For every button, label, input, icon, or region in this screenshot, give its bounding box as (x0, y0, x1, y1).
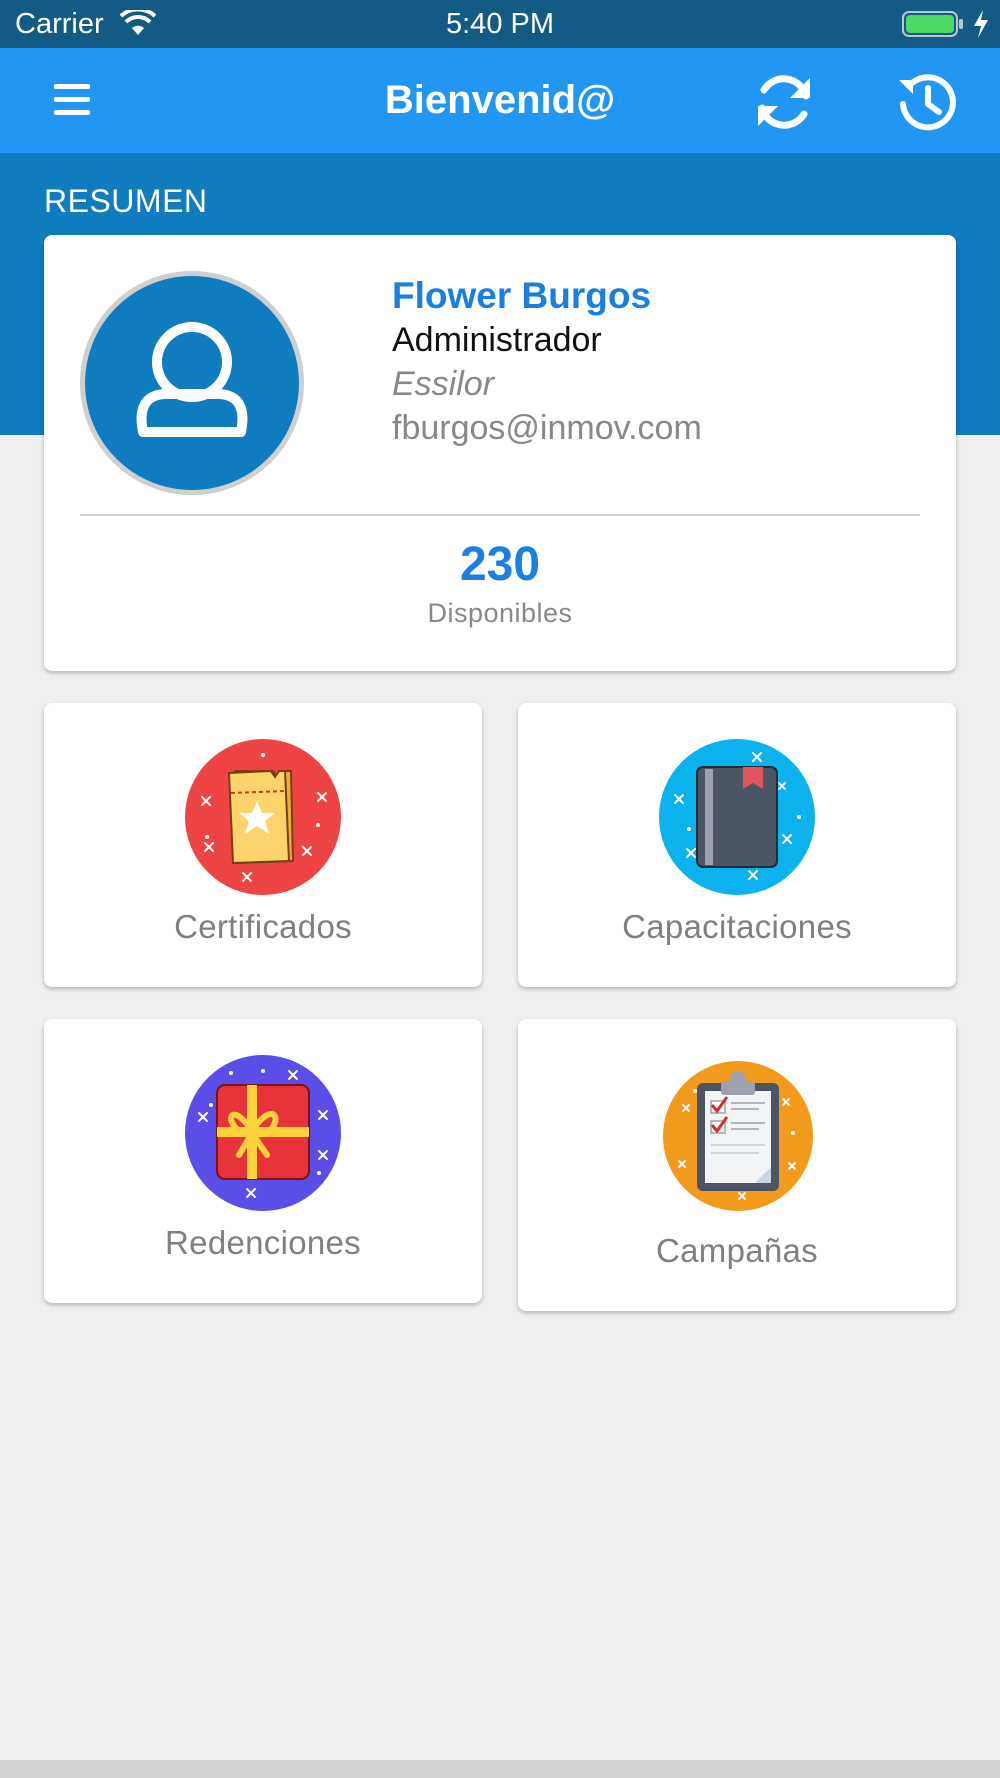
status-time: 5:40 PM (446, 8, 554, 40)
status-bar: Carrier 5:40 PM (0, 0, 1000, 48)
tile-certificados[interactable]: Certificados (44, 703, 482, 987)
tile-redenciones[interactable]: Redenciones (44, 1019, 482, 1303)
app-bar: Bienvenid@ (0, 48, 1000, 153)
certificate-ticket-icon (185, 739, 341, 895)
history-button[interactable] (895, 70, 959, 134)
bottom-bar (0, 1760, 1000, 1778)
refresh-button[interactable] (752, 70, 816, 134)
user-name: Flower Burgos (392, 275, 652, 316)
points-value: 230 (459, 538, 541, 591)
tile-label: Capacitaciones (622, 908, 852, 945)
battery-icon (902, 11, 963, 37)
tile-label: Certificados (174, 908, 352, 945)
tile-label: Campañas (656, 1232, 818, 1269)
history-icon (899, 74, 956, 131)
clipboard-checklist-icon (663, 1061, 813, 1211)
tile-capacitaciones[interactable]: Capacitaciones (518, 703, 956, 987)
app-title: Bienvenid@ (384, 78, 616, 122)
gift-icon (185, 1055, 341, 1211)
user-email: fburgos@inmov.com (392, 409, 702, 447)
charging-bolt-icon (974, 10, 988, 38)
points-label: Disponibles (427, 598, 573, 628)
avatar (80, 271, 304, 495)
tile-campanas[interactable]: Campañas (518, 1019, 956, 1311)
section-title: RESUMEN (44, 183, 208, 219)
profile-card: Flower Burgos Administrador Essilor fbur… (44, 235, 956, 671)
user-avatar-icon (136, 322, 248, 437)
divider (80, 514, 920, 516)
user-role: Administrador (392, 321, 602, 359)
user-company: Essilor (392, 365, 495, 403)
tile-label: Redenciones (165, 1224, 361, 1261)
book-icon (659, 739, 815, 895)
refresh-icon (758, 75, 810, 129)
